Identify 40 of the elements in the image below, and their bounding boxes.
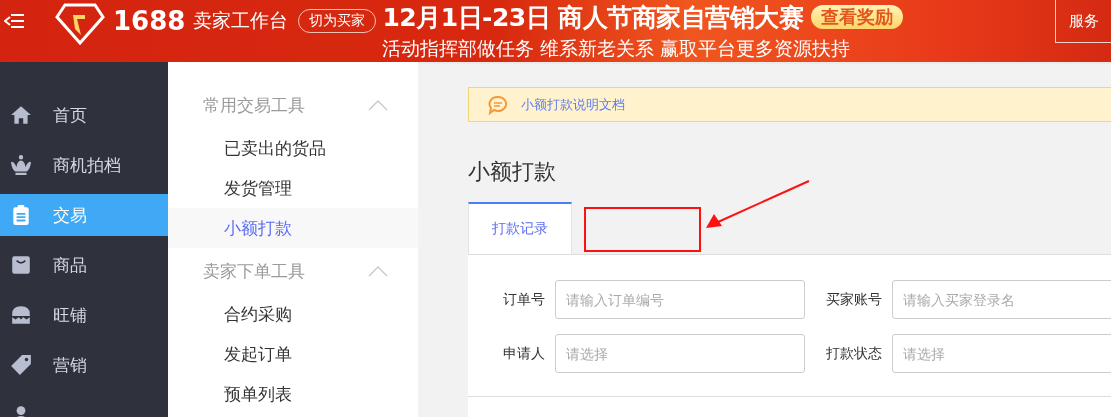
speech-bubble-icon: [487, 94, 509, 115]
group-title: 卖家下单工具: [203, 259, 305, 283]
chevron-up-icon[interactable]: [368, 99, 388, 111]
subnav-item[interactable]: 预单列表: [168, 374, 418, 414]
subnav-item[interactable]: 合约采购: [168, 294, 418, 334]
field-label: 订单号: [502, 290, 545, 309]
tag-icon: [10, 354, 32, 376]
page-title: 小额打款: [468, 158, 557, 186]
subnav-item[interactable]: 发货管理: [168, 168, 418, 208]
service-button[interactable]: 服务: [1055, 0, 1111, 43]
sidebar-item[interactable]: 旺铺: [0, 290, 168, 340]
logo-title: 卖家工作台: [193, 8, 289, 33]
group-title: 常用交易工具: [203, 93, 305, 117]
chevron-up-icon[interactable]: [368, 265, 388, 277]
subnav-item[interactable]: 已卖出的货品: [168, 128, 418, 168]
input-field[interactable]: 请输入订单编号: [555, 280, 805, 319]
diamond-logo-icon: [55, 3, 105, 45]
crown-icon: [10, 154, 32, 176]
sidebar-item[interactable]: 营销: [0, 340, 168, 390]
field-label: 买家账号: [825, 290, 882, 309]
home-icon: [10, 104, 32, 126]
input-field[interactable]: 请选择: [892, 334, 1111, 373]
clipboard-icon: [10, 204, 32, 226]
help-document-link[interactable]: 小额打款说明文档: [521, 95, 625, 114]
logo-number: 1688: [113, 6, 186, 36]
sidebar-item[interactable]: 商品: [0, 240, 168, 290]
subnav-item[interactable]: 发起订单: [168, 334, 418, 374]
sidebar-item[interactable]: 商机拍档: [0, 140, 168, 190]
input-field[interactable]: 请输入买家登录名: [892, 280, 1111, 319]
shop-icon: [10, 304, 32, 326]
subnav-item[interactable]: 小额打款: [168, 208, 418, 248]
tab[interactable]: 打款记录: [468, 202, 572, 254]
input-field[interactable]: 请选择: [555, 334, 805, 373]
field-label: 申请人: [502, 344, 545, 363]
field-label: 打款状态: [825, 344, 882, 363]
bag-icon: [10, 254, 32, 276]
banner-title: 12月1日-23日 商人节商家自营销大赛: [382, 1, 804, 34]
sidebar-item[interactable]: 首页: [0, 90, 168, 140]
banner-subtitle: 活动指挥部做任务 维系新老关系 赢取平台更多资源扶持: [382, 35, 852, 61]
menu-icon[interactable]: [4, 13, 24, 29]
